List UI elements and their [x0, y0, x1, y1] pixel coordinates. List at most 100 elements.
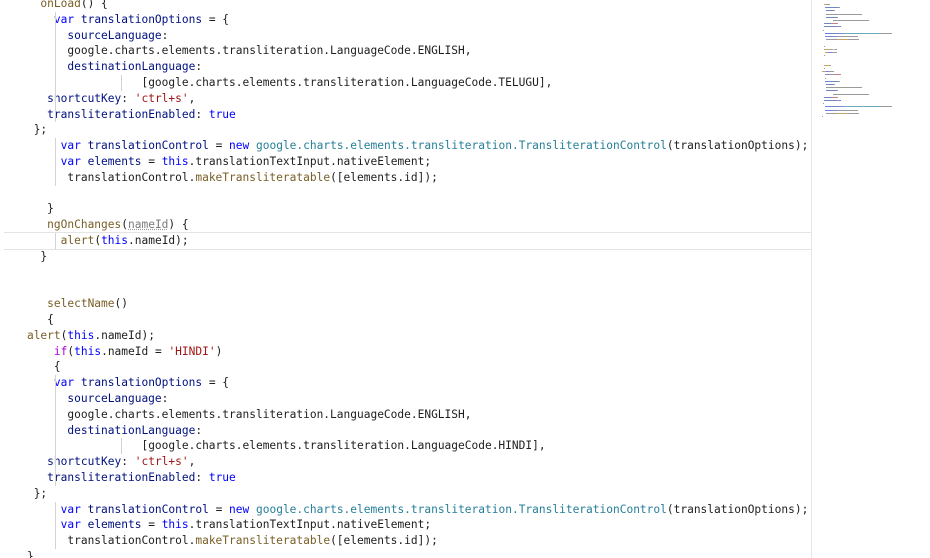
- code-line[interactable]: {: [0, 312, 812, 328]
- minimap-line: [836, 36, 859, 37]
- minimap-line: [826, 13, 862, 15]
- code-line[interactable]: var elements = this.translationTextInput…: [0, 517, 812, 533]
- minimap-line: [830, 64, 832, 66]
- code-line[interactable]: var translationControl = new google.char…: [0, 502, 812, 518]
- code-line[interactable]: [0, 265, 812, 281]
- code-line[interactable]: var translationControl = new google.char…: [0, 138, 812, 154]
- code-line[interactable]: transliterationEnabled: true: [0, 470, 812, 486]
- indent-guide: [55, 138, 56, 186]
- code-token: (: [94, 234, 102, 247]
- code-token: sourceLanguage: [67, 28, 162, 42]
- code-token: TransliterationControl: [518, 502, 667, 516]
- code-token: :: [195, 60, 203, 74]
- code-line[interactable]: var translationOptions = {: [0, 12, 812, 28]
- code-token: var: [60, 155, 88, 168]
- code-line[interactable]: translationControl.makeTransliteratable(…: [0, 533, 812, 549]
- indent-guide: [55, 233, 56, 249]
- code-token: translationOptions: [80, 12, 203, 26]
- code-token: };: [33, 486, 48, 500]
- code-token: elements: [87, 155, 142, 168]
- code-token: elements: [87, 518, 142, 532]
- code-line[interactable]: var translationOptions = {: [0, 375, 812, 391]
- code-line[interactable]: var elements = this.translationTextInput…: [0, 154, 812, 170]
- code-line[interactable]: };: [0, 122, 812, 138]
- minimap[interactable]: [812, 0, 930, 558]
- code-token: google.charts.elements.transliteration.L…: [67, 44, 472, 58]
- minimap-line: [826, 16, 838, 18]
- code-line[interactable]: google.charts.elements.transliteration.L…: [0, 43, 812, 59]
- code-token: onLoad: [40, 0, 81, 10]
- minimap-line: [832, 93, 869, 95]
- minimap-line: [835, 48, 838, 50]
- code-line[interactable]: ngOnChanges(nameId) {: [0, 217, 812, 233]
- code-line[interactable]: [0, 280, 812, 296]
- code-token: translationControl: [87, 139, 209, 153]
- code-token: this: [67, 328, 95, 342]
- minimap-line: [827, 80, 838, 82]
- code-token: ,: [188, 455, 196, 469]
- code-line[interactable]: alert(this.nameId);: [0, 232, 812, 250]
- code-token: :: [195, 423, 203, 437]
- code-line[interactable]: alert(this.nameId);: [0, 328, 812, 344]
- code-token: };: [33, 123, 48, 137]
- minimap-line: [842, 32, 867, 34]
- code-token: new: [229, 139, 256, 153]
- minimap-line: [836, 23, 838, 25]
- code-token: true: [208, 107, 236, 121]
- code-token: = {: [202, 376, 230, 390]
- minimap-line: [827, 4, 830, 5]
- code-token: var: [53, 12, 81, 26]
- minimap-line: [827, 106, 839, 108]
- minimap-line: [879, 32, 892, 34]
- minimap-line: [826, 90, 838, 92]
- code-token: selectName: [47, 297, 115, 311]
- code-line[interactable]: selectName(): [0, 296, 812, 312]
- code-line[interactable]: [0, 186, 812, 202]
- code-token: ([elements.id]);: [330, 534, 438, 548]
- code-line[interactable]: google.charts.elements.transliteration.L…: [0, 407, 812, 423]
- code-line[interactable]: shortcutKey: 'ctrl+s',: [0, 454, 812, 470]
- minimap-line: [838, 7, 841, 9]
- code-token: shortcutKey: [47, 91, 122, 105]
- minimap-line: [837, 112, 850, 114]
- code-line[interactable]: sourceLanguage:: [0, 391, 812, 407]
- minimap-line: [834, 84, 836, 85]
- code-token: .translationTextInput.nativeElement;: [188, 155, 432, 168]
- code-token: (translationOptions);: [666, 502, 809, 516]
- code-token: :: [161, 28, 169, 42]
- code-token: {: [47, 313, 54, 326]
- code-line[interactable]: {: [0, 359, 812, 375]
- code-token: }: [40, 249, 48, 263]
- code-line[interactable]: translationControl.makeTransliteratable(…: [0, 170, 812, 186]
- code-line[interactable]: if(this.nameId = 'HINDI'): [0, 344, 812, 360]
- code-line[interactable]: destinationLanguage:: [0, 423, 812, 439]
- code-line[interactable]: transliterationEnabled: true: [0, 107, 812, 123]
- code-line[interactable]: onLoad() {: [0, 0, 812, 12]
- code-token: if: [53, 344, 68, 358]
- minimap-line: [834, 10, 836, 12]
- minimap-line: [826, 39, 838, 41]
- code-token: (translationOptions);: [666, 139, 809, 153]
- code-line[interactable]: shortcutKey: 'ctrl+s',: [0, 91, 812, 107]
- code-line[interactable]: }: [0, 249, 812, 265]
- code-token: var: [53, 376, 81, 390]
- code-editor[interactable]: onLoad() { var translationOptions = { so…: [0, 0, 812, 558]
- code-line[interactable]: sourceLanguage:: [0, 28, 812, 44]
- code-token: transliterationEnabled: [47, 471, 196, 484]
- indent-guide: [121, 438, 122, 455]
- code-token: 'ctrl+s': [134, 455, 189, 469]
- code-token: translationControl.: [67, 170, 196, 184]
- code-token: ,: [188, 91, 196, 105]
- code-line[interactable]: destinationLanguage:: [0, 59, 812, 75]
- code-token: translationControl: [87, 502, 209, 516]
- code-token: = {: [202, 12, 230, 26]
- minimap-line: [826, 112, 838, 114]
- code-line[interactable]: };: [0, 486, 812, 502]
- code-token: .nameId);: [94, 328, 155, 342]
- minimap-line: [842, 106, 867, 108]
- code-line[interactable]: }: [0, 201, 812, 217]
- code-token: sourceLanguage: [67, 392, 162, 405]
- code-token: }: [26, 550, 34, 558]
- code-token: ([elements.id]);: [330, 170, 438, 184]
- code-line[interactable]: }: [0, 549, 812, 558]
